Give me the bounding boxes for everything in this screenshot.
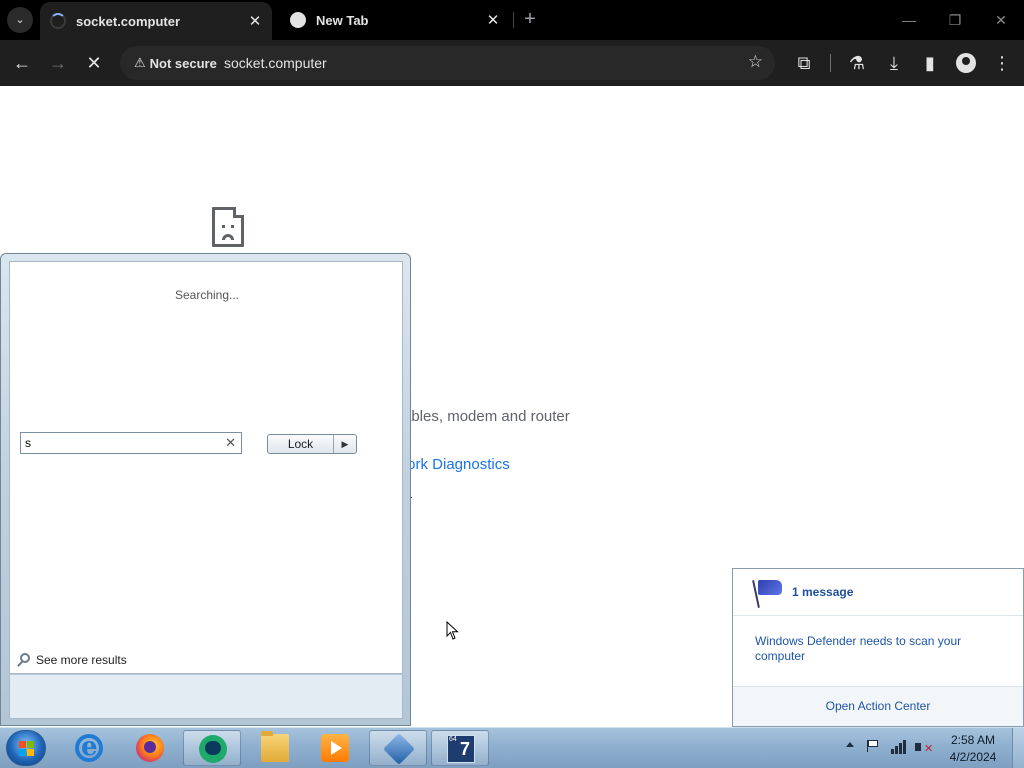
security-chip[interactable]: ⚠ Not secure [126,51,225,75]
download-icon[interactable]: ⤓ [880,49,908,77]
see-more-results-link[interactable]: See more results [17,653,127,667]
action-center-popup: 1 message Windows Defender needs to scan… [732,568,1024,727]
show-hidden-icons-chevron-icon[interactable] [846,742,854,747]
side-panel-icon[interactable]: ▮ [916,49,944,77]
address-bar[interactable]: ⚠ Not secure socket.computer ☆ [120,46,775,80]
sad-document-icon [212,207,244,247]
start-search-input[interactable] [25,435,215,451]
notification-header: 1 message [733,569,1023,616]
toolbar-divider [830,54,831,72]
bookmark-star-icon[interactable]: ☆ [748,52,763,72]
taskbar-virtualbox[interactable] [369,730,427,766]
clock-date: 4/2/2024 [949,750,997,764]
searching-status: Searching... [174,288,240,302]
tab-search-button[interactable]: ⌄ [7,7,33,33]
tab-strip: ⌄ socket.computer ✕ New Tab ✕ + — ❐ ✕ [0,0,1024,40]
extensions-icon[interactable]: ⧉ [790,49,818,77]
action-center-tray-icon[interactable] [867,740,879,752]
stop-loading-button[interactable]: ✕ [80,49,108,77]
menu-icon[interactable]: ⋮ [988,49,1016,77]
start-menu: Searching... See more results [0,253,411,726]
open-action-center-link[interactable]: Open Action Center [733,699,1023,713]
error-suggestion-text: ables, modem and router [403,408,570,425]
warning-icon: ⚠ [134,55,146,70]
start-search-box[interactable]: ✕ [20,432,242,454]
action-center-flag-icon [752,578,785,608]
taskbar-file-explorer[interactable] [246,730,304,766]
internet-explorer-icon [75,732,103,762]
tab-title: socket.computer [76,13,181,29]
clock-time: 2:58 AM [950,733,996,747]
network-diagnostics-link[interactable]: /ork Diagnostics [403,456,510,473]
taskbar-win7-app[interactable]: 64 7 [431,730,489,766]
back-button[interactable]: ← [8,49,36,77]
url-text[interactable]: socket.computer [224,55,327,71]
profile-avatar-icon[interactable] [956,53,976,73]
globe-icon [290,12,306,28]
loading-spinner-icon [50,13,66,29]
taskbar-internet-explorer[interactable] [60,730,118,766]
defender-scan-message[interactable]: Windows Defender needs to scan your comp… [755,634,995,664]
tab-close-icon[interactable]: ✕ [482,11,504,29]
new-tab-button[interactable]: + [519,8,541,32]
folder-icon [261,731,289,762]
minimize-button[interactable]: — [886,0,932,40]
show-desktop-button[interactable] [1012,728,1024,768]
lock-button[interactable]: Lock ▶ [267,434,357,454]
message-count: 1 message [792,585,854,599]
browser-app-icon [199,735,227,763]
tab-socket-computer[interactable]: socket.computer ✕ [40,2,272,40]
tab-close-icon[interactable]: ✕ [244,12,266,30]
virtualbox-icon [383,733,415,765]
tab-title: New Tab [316,12,369,28]
system-clock[interactable]: 2:58 AM 4/2/2024 [940,732,1006,766]
security-chip-label: Not secure [149,55,217,71]
taskbar-browser-app[interactable] [183,730,241,766]
see-more-label: See more results [36,653,127,667]
shutdown-options-arrow-icon[interactable]: ▶ [334,435,356,453]
taskbar-firefox[interactable] [121,730,179,766]
start-button[interactable] [6,730,46,766]
tab-new-tab[interactable]: New Tab ✕ [280,0,510,40]
media-player-icon [321,734,349,762]
restore-button[interactable]: ❐ [932,0,978,40]
volume-muted-tray-icon[interactable]: ✕ [915,739,933,755]
close-window-button[interactable]: ✕ [978,0,1024,40]
labs-flask-icon[interactable]: ⚗ [843,49,871,77]
firefox-icon [136,734,164,762]
forward-button[interactable]: → [44,49,72,77]
tab-separator [513,12,514,28]
taskbar-media-player[interactable] [306,730,364,766]
magnifier-icon [17,653,31,667]
start-menu-footer [9,675,403,719]
search-results-pane: Searching... [9,261,403,674]
windows7-badge-icon: 64 7 [447,735,475,763]
clear-search-icon[interactable]: ✕ [225,435,236,451]
browser-toolbar: ← → ✕ ⚠ Not secure socket.computer ☆ ⧉ ⚗… [0,40,1024,86]
lock-label[interactable]: Lock [268,435,334,453]
network-tray-icon[interactable] [891,738,907,754]
notification-footer: Open Action Center [733,686,1023,726]
